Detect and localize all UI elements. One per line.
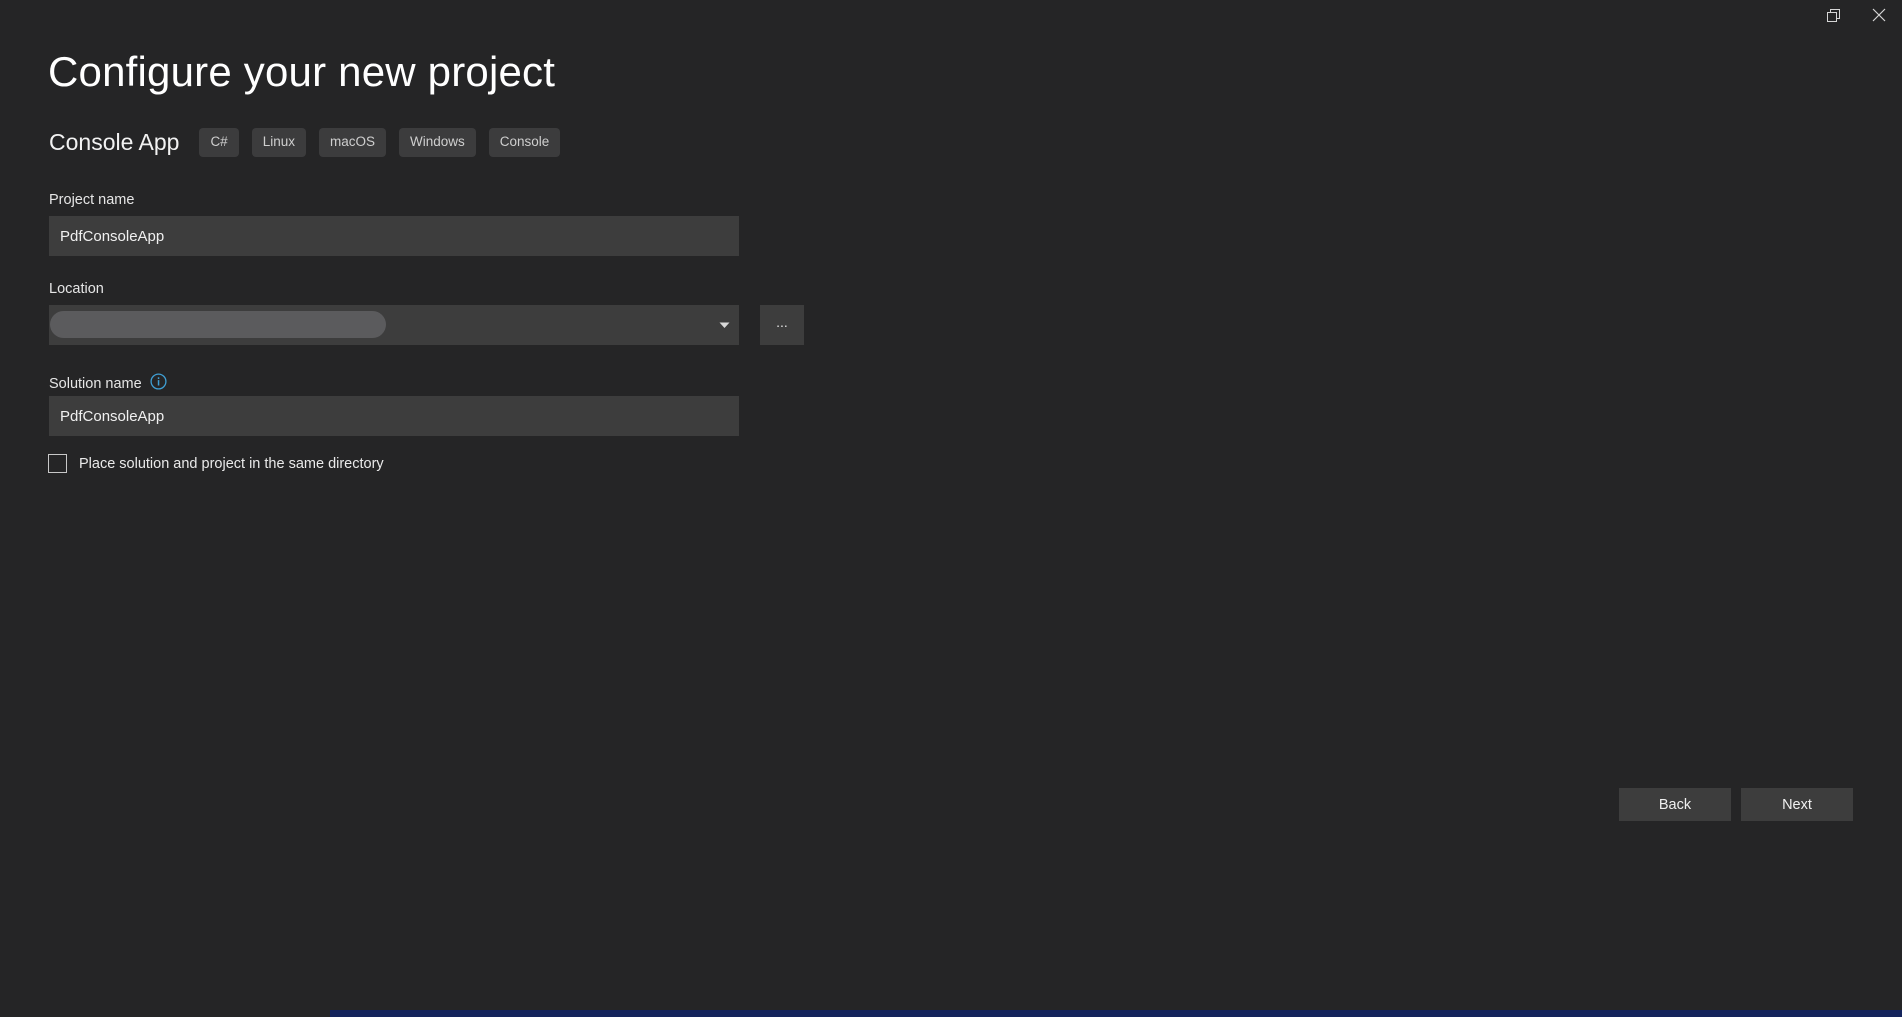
- same-directory-label: Place solution and project in the same d…: [79, 455, 384, 472]
- template-summary: Console App C# Linux macOS Windows Conso…: [49, 128, 561, 157]
- solution-name-label-group: Solution name: [49, 373, 167, 395]
- restore-window-icon: [1826, 8, 1840, 22]
- footer-buttons: Back Next: [1619, 788, 1853, 821]
- template-tag-language: C#: [199, 128, 239, 157]
- template-tag-windows: Windows: [399, 128, 476, 157]
- location-label: Location: [49, 281, 104, 297]
- page-title: Configure your new project: [48, 48, 556, 95]
- project-name-label: Project name: [49, 192, 135, 208]
- next-button[interactable]: Next: [1741, 788, 1853, 821]
- project-name-input[interactable]: [49, 216, 739, 256]
- chevron-down-icon[interactable]: [709, 305, 739, 345]
- restore-window-button[interactable]: [1810, 0, 1856, 30]
- template-tag-linux: Linux: [251, 128, 306, 157]
- same-directory-checkbox[interactable]: [48, 454, 67, 473]
- location-combobox[interactable]: [49, 305, 739, 345]
- template-tag-macos: macOS: [318, 128, 386, 157]
- template-name: Console App: [49, 128, 180, 155]
- window-titlebar: [0, 0, 1902, 36]
- close-window-button[interactable]: [1856, 0, 1902, 30]
- solution-name-label: Solution name: [49, 376, 142, 392]
- solution-name-input[interactable]: [49, 396, 739, 436]
- browse-location-button[interactable]: ...: [760, 305, 804, 345]
- back-button[interactable]: Back: [1619, 788, 1731, 821]
- bottom-accent-strip: [330, 1010, 1902, 1017]
- close-window-icon: [1872, 8, 1886, 22]
- same-directory-row[interactable]: Place solution and project in the same d…: [48, 454, 384, 473]
- info-icon[interactable]: [150, 373, 167, 395]
- location-input[interactable]: [49, 305, 709, 345]
- configure-project-page: Configure your new project Console App C…: [0, 0, 1902, 1017]
- template-tag-console: Console: [488, 128, 561, 157]
